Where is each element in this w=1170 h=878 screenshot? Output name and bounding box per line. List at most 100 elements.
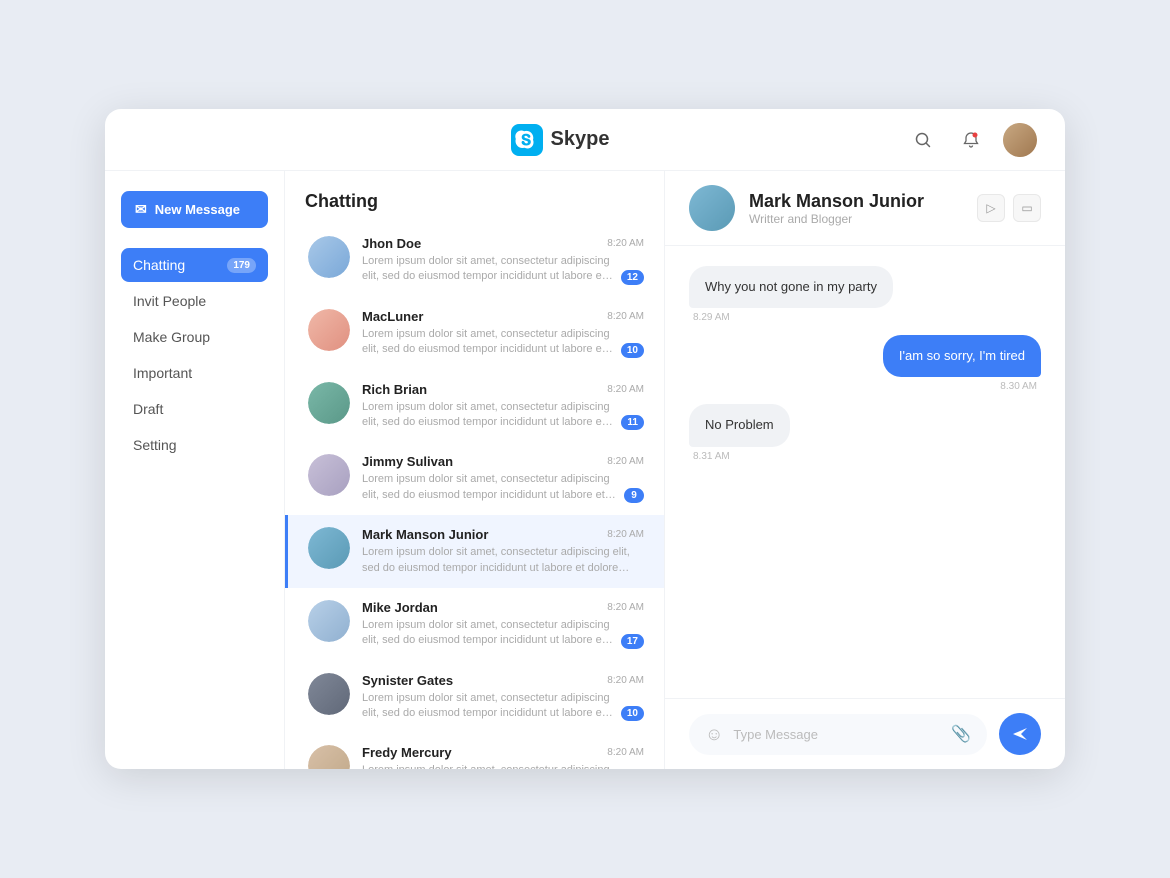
chat-info: Fredy Mercury 8:20 AM Lorem ipsum dolor si… — [362, 745, 644, 769]
chat-item[interactable]: Jhon Doe8:20 AMLorem ipsum dolor sit ame… — [285, 224, 664, 297]
sidebar-nav: Chatting 179 Invit People Make Group Importa… — [121, 248, 268, 462]
chat-avatar — [308, 673, 350, 715]
message-bubble: No Problem — [689, 404, 790, 446]
sidebar-item-label: Chatting — [133, 257, 185, 273]
chat-item[interactable]: MacLuner8:20 AMLorem ipsum dolor sit ame… — [285, 297, 664, 370]
conversation-panel: Mark Manson Junior Writter and Blogger ▷… — [665, 171, 1065, 769]
play-button[interactable]: ▷ — [977, 194, 1005, 222]
message-time: 8.31 AM — [689, 451, 734, 462]
chat-list-scroll[interactable]: Jhon Doe 8:20 AM Lorem ipsum dolor sit ame… — [285, 224, 664, 769]
chat-avatar — [308, 527, 350, 569]
search-button[interactable] — [907, 124, 939, 156]
chat-time: 8:20 AM — [607, 238, 644, 249]
chat-badge: 12 — [621, 270, 644, 285]
message-time: 8.29 AM — [689, 312, 734, 323]
conv-header-left: Mark Manson Junior Writter and Blogger — [689, 185, 924, 231]
sidebar-item-label: Invit People — [133, 293, 206, 309]
chat-item[interactable]: Fredy Mercury 8:20 AM Lorem ipsum dolor si… — [285, 733, 664, 769]
message-row: I'am so sorry, I'm tired 8.30 AM — [689, 335, 1041, 392]
app-logo: Skype — [511, 124, 610, 156]
chat-name: Synister Gates — [362, 673, 453, 688]
chat-name: Mike Jordan — [362, 600, 438, 615]
bell-icon — [962, 131, 980, 149]
chat-avatar — [308, 454, 350, 496]
app-name-label: Skype — [551, 128, 610, 151]
chat-avatar — [308, 382, 350, 424]
notifications-button[interactable] — [955, 124, 987, 156]
message-input-wrapper: ☺ 📎 — [689, 714, 987, 755]
chat-name: Mark Manson Junior — [362, 527, 488, 542]
chat-item[interactable]: Synister Gates8:20 AMLorem ipsum dolor s… — [285, 661, 664, 734]
chat-preview: Lorem ipsum dolor sit amet, consectetur … — [362, 618, 615, 649]
chat-info: Rich Brian8:20 AMLorem ipsum dolor sit a… — [362, 382, 644, 431]
chat-time: 8:20 AM — [607, 747, 644, 758]
sidebar-item-important[interactable]: Important — [121, 356, 268, 390]
message-input[interactable] — [733, 727, 941, 742]
skype-logo-icon — [511, 124, 543, 156]
new-message-button[interactable]: ✉ New Message — [121, 191, 268, 228]
sidebar-item-group[interactable]: Make Group — [121, 320, 268, 354]
chat-avatar — [308, 745, 350, 769]
chat-preview: Lorem ipsum dolor sit amet, consectetur … — [362, 763, 615, 769]
chat-badge: 17 — [621, 634, 644, 649]
sidebar-item-label: Setting — [133, 437, 177, 453]
user-avatar[interactable] — [1003, 123, 1037, 157]
chat-time: 8:20 AM — [607, 602, 644, 613]
conv-contact-name: Mark Manson Junior — [749, 191, 924, 212]
chat-badge: 11 — [621, 415, 644, 430]
chat-avatar — [308, 600, 350, 642]
sidebar-item-invite[interactable]: Invit People — [121, 284, 268, 318]
chat-list-panel: Chatting Jhon Doe 8:20 AM Lorem ipsum dolo… — [285, 171, 665, 769]
chat-item[interactable]: Mike Jordan 8:20 AM Lorem ipsum dolor sit … — [285, 588, 664, 661]
conv-avatar-img — [689, 185, 735, 231]
sidebar-item-label: Important — [133, 365, 192, 381]
messages-area: Why you not gone in my party8.29 AM I'am … — [665, 246, 1065, 698]
sidebar-item-chatting[interactable]: Chatting 179 — [121, 248, 268, 282]
chat-item[interactable]: Rich Brian8:20 AMLorem ipsum dolor sit a… — [285, 370, 664, 443]
chat-list-title: Chatting — [285, 171, 664, 224]
chat-item[interactable]: Mark Manson Junior 8:20 AM Lorem ipsum dol… — [285, 515, 664, 588]
chat-time: 8:20 AM — [607, 529, 644, 540]
new-message-label: New Message — [155, 202, 240, 217]
screen-button[interactable]: ▭ — [1013, 194, 1041, 222]
sidebar: ✉ New Message Chatting 179 Invit People Mak… — [105, 171, 285, 769]
chat-preview: Lorem ipsum dolor sit amet, consectetur … — [362, 545, 644, 576]
sidebar-item-setting[interactable]: Setting — [121, 428, 268, 462]
message-input-area: ☺ 📎 — [665, 698, 1065, 769]
conv-header: Mark Manson Junior Writter and Blogger ▷… — [665, 171, 1065, 246]
conv-header-actions: ▷ ▭ — [977, 194, 1041, 222]
chat-avatar — [308, 236, 350, 278]
chat-avatar — [308, 309, 350, 351]
attach-button[interactable]: 📎 — [951, 724, 971, 744]
conv-contact-subtitle: Writter and Blogger — [749, 212, 924, 226]
message-time: 8.30 AM — [996, 381, 1041, 392]
search-icon — [914, 131, 932, 149]
conv-contact-info: Mark Manson Junior Writter and Blogger — [749, 191, 924, 226]
message-row: No Problem 8.31 AM — [689, 404, 1041, 461]
chat-name: Fredy Mercury — [362, 745, 452, 760]
chat-preview: Lorem ipsum dolor sit amet, consectetur … — [362, 327, 615, 358]
chat-name: Jhon Doe — [362, 236, 421, 251]
chat-preview: Lorem ipsum dolor sit amet, consectetur … — [362, 472, 618, 503]
message-bubble: I'am so sorry, I'm tired — [883, 335, 1041, 377]
chat-info: Jimmy Sulivan 8:20 AM Lorem ipsum dolor si… — [362, 454, 644, 503]
chat-preview: Lorem ipsum dolor sit amet, consectetur … — [362, 400, 615, 431]
sidebar-item-label: Make Group — [133, 329, 210, 345]
sidebar-item-draft[interactable]: Draft — [121, 392, 268, 426]
chat-info: Synister Gates8:20 AMLorem ipsum dolor s… — [362, 673, 644, 722]
chat-time: 8:20 AM — [607, 311, 644, 322]
conv-avatar — [689, 185, 735, 231]
send-button[interactable] — [999, 713, 1041, 755]
message-row: Why you not gone in my party8.29 AM — [689, 266, 1041, 323]
chat-info: Jhon Doe8:20 AMLorem ipsum dolor sit ame… — [362, 236, 644, 285]
chat-name: Rich Brian — [362, 382, 427, 397]
chat-time: 8:20 AM — [607, 456, 644, 467]
sidebar-item-badge: 179 — [227, 258, 256, 273]
new-message-icon: ✉ — [135, 201, 147, 218]
chat-item[interactable]: Jimmy Sulivan 8:20 AM Lorem ipsum dolor si… — [285, 442, 664, 515]
send-icon — [1011, 725, 1029, 743]
emoji-button[interactable]: ☺ — [705, 724, 723, 745]
chat-info: MacLuner8:20 AMLorem ipsum dolor sit ame… — [362, 309, 644, 358]
chat-name: Jimmy Sulivan — [362, 454, 453, 469]
header: Skype — [105, 109, 1065, 171]
